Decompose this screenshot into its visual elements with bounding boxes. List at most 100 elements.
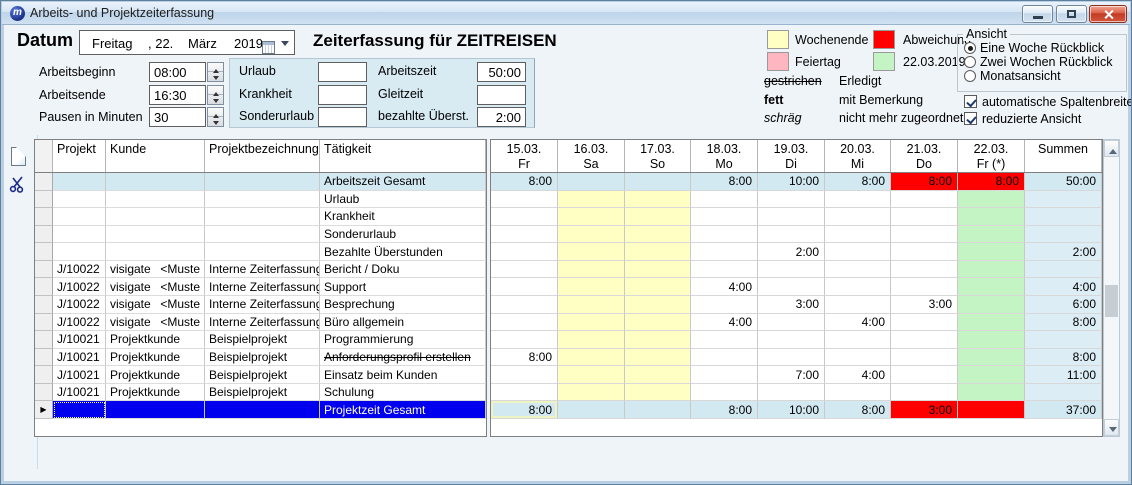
row-selector[interactable] (35, 366, 53, 384)
cell-taetigkeit[interactable]: Arbeitszeit Gesamt (320, 173, 486, 191)
grid-cell[interactable] (825, 208, 891, 226)
grid-cell[interactable] (558, 384, 625, 402)
grid-cell[interactable]: 2:00 (758, 243, 825, 261)
radio-eine-woche-label[interactable]: Eine Woche Rückblick (980, 41, 1104, 55)
grid-cell[interactable] (491, 208, 558, 226)
time-grid-row[interactable] (491, 261, 1102, 279)
grid-cell[interactable] (891, 349, 958, 367)
cell-taetigkeit[interactable]: Bericht / Doku (320, 261, 486, 279)
cell-projektbezeichnung[interactable]: Beispielprojekt (205, 384, 320, 402)
cell-projekt[interactable]: J/10021 (53, 349, 106, 367)
grid-cell[interactable]: 8:00 (825, 173, 891, 191)
cell-projektbezeichnung[interactable]: Interne Zeiterfassung (205, 278, 320, 296)
grid-cell[interactable] (691, 243, 758, 261)
table-row[interactable]: J/10022visigate<MusteInterne Zeiterfassu… (35, 296, 486, 314)
grid-cell[interactable] (558, 366, 625, 384)
grid-cell[interactable]: 8:00 (691, 173, 758, 191)
grid-cell[interactable] (491, 191, 558, 209)
grid-cell[interactable] (558, 278, 625, 296)
cell-projektbezeichnung[interactable] (205, 226, 320, 244)
row-selector[interactable] (35, 314, 53, 332)
cell-projekt[interactable] (53, 208, 106, 226)
date-column-header[interactable]: 20.03.Mi (825, 140, 891, 172)
cell-projektbezeichnung[interactable] (205, 208, 320, 226)
grid-cell[interactable] (558, 314, 625, 332)
spin-up-icon[interactable] (208, 108, 223, 117)
scroll-down-button[interactable] (1104, 419, 1119, 436)
cell-taetigkeit[interactable]: Krankheit (320, 208, 486, 226)
scrollbar-thumb[interactable] (1105, 285, 1118, 317)
grid-cell[interactable] (625, 349, 691, 367)
radio-eine-woche[interactable] (964, 42, 976, 54)
grid-cell[interactable] (625, 226, 691, 244)
cell-projektbezeichnung[interactable]: Interne Zeiterfassung (205, 261, 320, 279)
grid-cell[interactable] (625, 401, 691, 419)
cell-projekt[interactable]: J/10022 (53, 278, 106, 296)
cell-kunde[interactable]: Projektkunde (106, 366, 205, 384)
grid-cell[interactable]: 8:00 (891, 173, 958, 191)
cell-kunde[interactable] (106, 173, 205, 191)
cell-taetigkeit[interactable]: Schulung (320, 384, 486, 402)
date-column-header[interactable]: 22.03.Fr (*) (958, 140, 1025, 172)
table-row[interactable]: Krankheit (35, 208, 486, 226)
grid-cell[interactable] (958, 226, 1025, 244)
time-grid-row[interactable] (491, 226, 1102, 244)
grid-cell[interactable] (825, 331, 891, 349)
grid-cell[interactable] (691, 366, 758, 384)
cell-kunde[interactable] (106, 401, 205, 419)
grid-cell[interactable] (558, 191, 625, 209)
grid-cell[interactable] (625, 191, 691, 209)
grid-cell[interactable] (891, 314, 958, 332)
grid-cell[interactable] (625, 314, 691, 332)
row-selector[interactable] (35, 331, 53, 349)
grid-cell[interactable] (891, 366, 958, 384)
grid-cell[interactable] (958, 366, 1025, 384)
grid-cell[interactable] (558, 331, 625, 349)
cell-projekt[interactable]: J/10022 (53, 261, 106, 279)
grid-cell[interactable]: 3:00 (758, 296, 825, 314)
cell-taetigkeit[interactable]: Support (320, 278, 486, 296)
checkbox-reduziert-label[interactable]: reduzierte Ansicht (982, 112, 1081, 126)
grid-cell[interactable]: 8:00 (491, 401, 558, 419)
cell-kunde[interactable]: Projektkunde (106, 331, 205, 349)
cell-taetigkeit[interactable]: Projektzeit Gesamt (320, 401, 486, 419)
minimize-button[interactable] (1022, 5, 1053, 23)
grid-cell[interactable]: 8:00 (825, 401, 891, 419)
grid-cell[interactable]: 10:00 (758, 173, 825, 191)
table-row[interactable]: Urlaub (35, 191, 486, 209)
grid-cell[interactable]: 8:00 (691, 401, 758, 419)
calendar-dropdown-button[interactable] (261, 36, 291, 54)
grid-cell[interactable] (958, 261, 1025, 279)
grid-cell[interactable] (691, 349, 758, 367)
grid-cell[interactable] (958, 401, 1025, 419)
grid-cell[interactable]: 4:00 (691, 278, 758, 296)
grid-cell[interactable] (558, 349, 625, 367)
table-row[interactable]: J/10021ProjektkundeBeispielprojektEinsat… (35, 366, 486, 384)
table-row[interactable]: ▶Projektzeit Gesamt (35, 401, 486, 419)
grid-cell[interactable] (625, 384, 691, 402)
grid-cell[interactable]: 4:00 (691, 314, 758, 332)
urlaub-input[interactable] (318, 62, 367, 82)
cell-kunde[interactable] (106, 191, 205, 209)
grid-cell[interactable] (625, 261, 691, 279)
grid-cell[interactable] (825, 191, 891, 209)
cell-projektbezeichnung[interactable] (205, 191, 320, 209)
date-column-header[interactable]: 15.03.Fr (491, 140, 558, 172)
grid-cell[interactable]: 8:00 (491, 173, 558, 191)
grid-cell[interactable]: 4:00 (825, 366, 891, 384)
grid-cell[interactable] (625, 208, 691, 226)
grid-cell[interactable] (891, 261, 958, 279)
grid-cell[interactable] (491, 296, 558, 314)
grid-cell[interactable] (491, 331, 558, 349)
date-column-header[interactable]: 16.03.Sa (558, 140, 625, 172)
table-row[interactable]: Sonderurlaub (35, 226, 486, 244)
grid-cell[interactable] (758, 349, 825, 367)
grid-cell[interactable] (491, 314, 558, 332)
time-grid-row[interactable]: 7:004:0011:00 (491, 366, 1102, 384)
grid-cell[interactable] (958, 278, 1025, 296)
cell-taetigkeit[interactable]: Urlaub (320, 191, 486, 209)
grid-cell[interactable] (758, 384, 825, 402)
new-record-icon[interactable] (11, 147, 26, 166)
row-selector[interactable] (35, 349, 53, 367)
grid-cell[interactable] (691, 226, 758, 244)
